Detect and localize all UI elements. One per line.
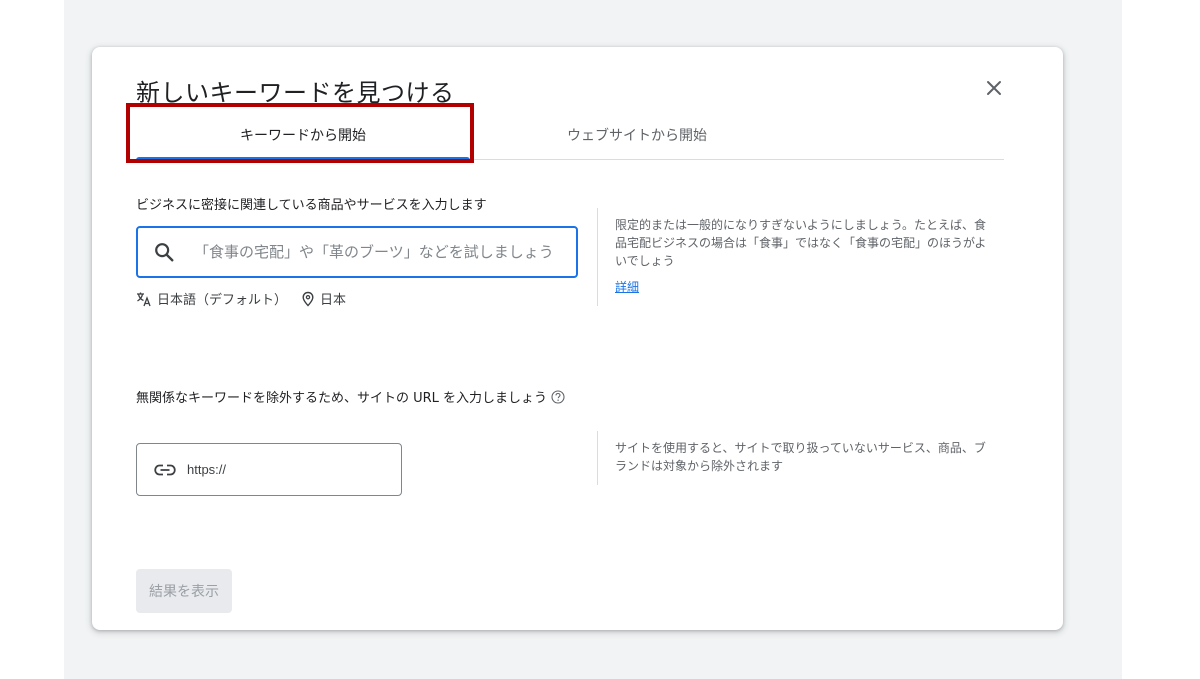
keyword-search-box[interactable] xyxy=(136,226,578,278)
tab-label: キーワードから開始 xyxy=(240,127,366,144)
page-background-left xyxy=(0,0,64,679)
page-background-right xyxy=(1122,0,1200,679)
location-pin-icon xyxy=(302,291,314,307)
language-label: 日本語（デフォルト） xyxy=(157,293,288,308)
help-icon[interactable] xyxy=(551,390,565,410)
tab-active-indicator xyxy=(136,157,470,160)
tab-start-from-keywords[interactable]: キーワードから開始 xyxy=(136,111,470,158)
show-results-button[interactable]: 結果を表示 xyxy=(136,569,232,613)
url-section-label: 無関係なキーワードを除外するため、サイトの URL を入力しましょう xyxy=(136,389,578,410)
url-section-label-text: 無関係なキーワードを除外するため、サイトの URL を入力しましょう xyxy=(136,391,548,406)
site-url-input[interactable] xyxy=(185,461,389,478)
url-tip-text: サイトを使用すると、サイトで取り扱っていないサービス、商品、ブランドは対象から除… xyxy=(615,441,986,473)
search-icon xyxy=(152,240,176,264)
targeting-row: 日本語（デフォルト） 日本 xyxy=(136,289,346,308)
language-selector[interactable]: 日本語（デフォルト） xyxy=(136,289,287,308)
keyword-tip-panel: 限定的または一般的になりすぎないようにしましょう。たとえば、食品宅配ビジネスの場… xyxy=(597,208,995,306)
close-icon xyxy=(987,81,1001,95)
keyword-search-input[interactable] xyxy=(192,242,566,262)
url-tip-panel: サイトを使用すると、サイトで取り扱っていないサービス、商品、ブランドは対象から除… xyxy=(597,431,995,485)
dialog-title: 新しいキーワードを見つける xyxy=(136,79,455,107)
tab-label: ウェブサイトから開始 xyxy=(567,127,707,144)
location-selector[interactable]: 日本 xyxy=(301,289,346,308)
url-input-box[interactable] xyxy=(136,443,402,496)
keyword-section-label: ビジネスに密接に関連している商品やサービスを入力します xyxy=(136,198,487,213)
location-label: 日本 xyxy=(320,293,347,308)
tab-start-from-website[interactable]: ウェブサイトから開始 xyxy=(470,111,804,158)
close-button[interactable] xyxy=(980,74,1008,102)
link-icon xyxy=(153,463,177,477)
keyword-dialog: 新しいキーワードを見つける キーワードから開始 ウェブサイトから開始 ビジネスに… xyxy=(92,47,1063,630)
learn-more-link[interactable]: 詳細 xyxy=(615,278,639,296)
tab-bar: キーワードから開始 ウェブサイトから開始 xyxy=(136,111,1004,160)
keyword-tip-text: 限定的または一般的になりすぎないようにしましょう。たとえば、食品宅配ビジネスの場… xyxy=(615,218,987,268)
translate-icon xyxy=(137,292,151,306)
